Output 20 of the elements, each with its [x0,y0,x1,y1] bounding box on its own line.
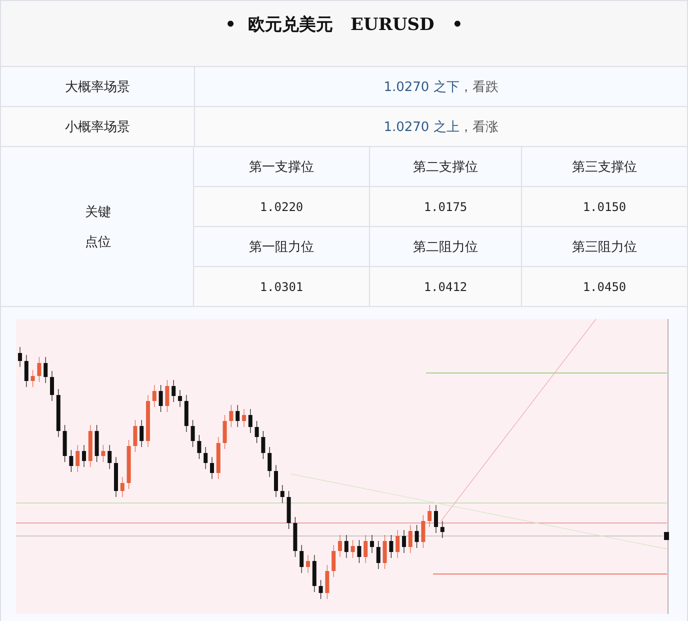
level-value: 1.0301 [260,280,304,294]
scenario-text: 1.0270 之上，看涨 [384,118,498,136]
level-header: 第三支撑位 [572,158,637,176]
level-value: 1.0175 [424,200,468,214]
level-header: 第一支撑位 [249,158,314,176]
scenario-label: 大概率场景 [65,78,130,96]
level-header: 第一阻力位 [249,238,314,256]
level-value: 1.0150 [582,200,626,214]
level-value: 1.0412 [424,280,468,294]
page-title: • 欧元兑美元 EURUSD • [225,14,463,35]
level-header: 第二阻力位 [413,238,478,256]
scenario-label: 小概率场景 [65,118,130,136]
key-levels-label: 关键 [85,204,112,220]
key-levels-label: 点位 [85,234,112,250]
level-value: 1.0220 [260,200,304,214]
level-header: 第二支撑位 [413,158,478,176]
scenario-text: 1.0270 之下，看跌 [384,78,498,96]
price-marker [664,532,669,540]
level-header: 第三阻力位 [572,238,637,256]
level-value: 1.0450 [582,280,626,294]
